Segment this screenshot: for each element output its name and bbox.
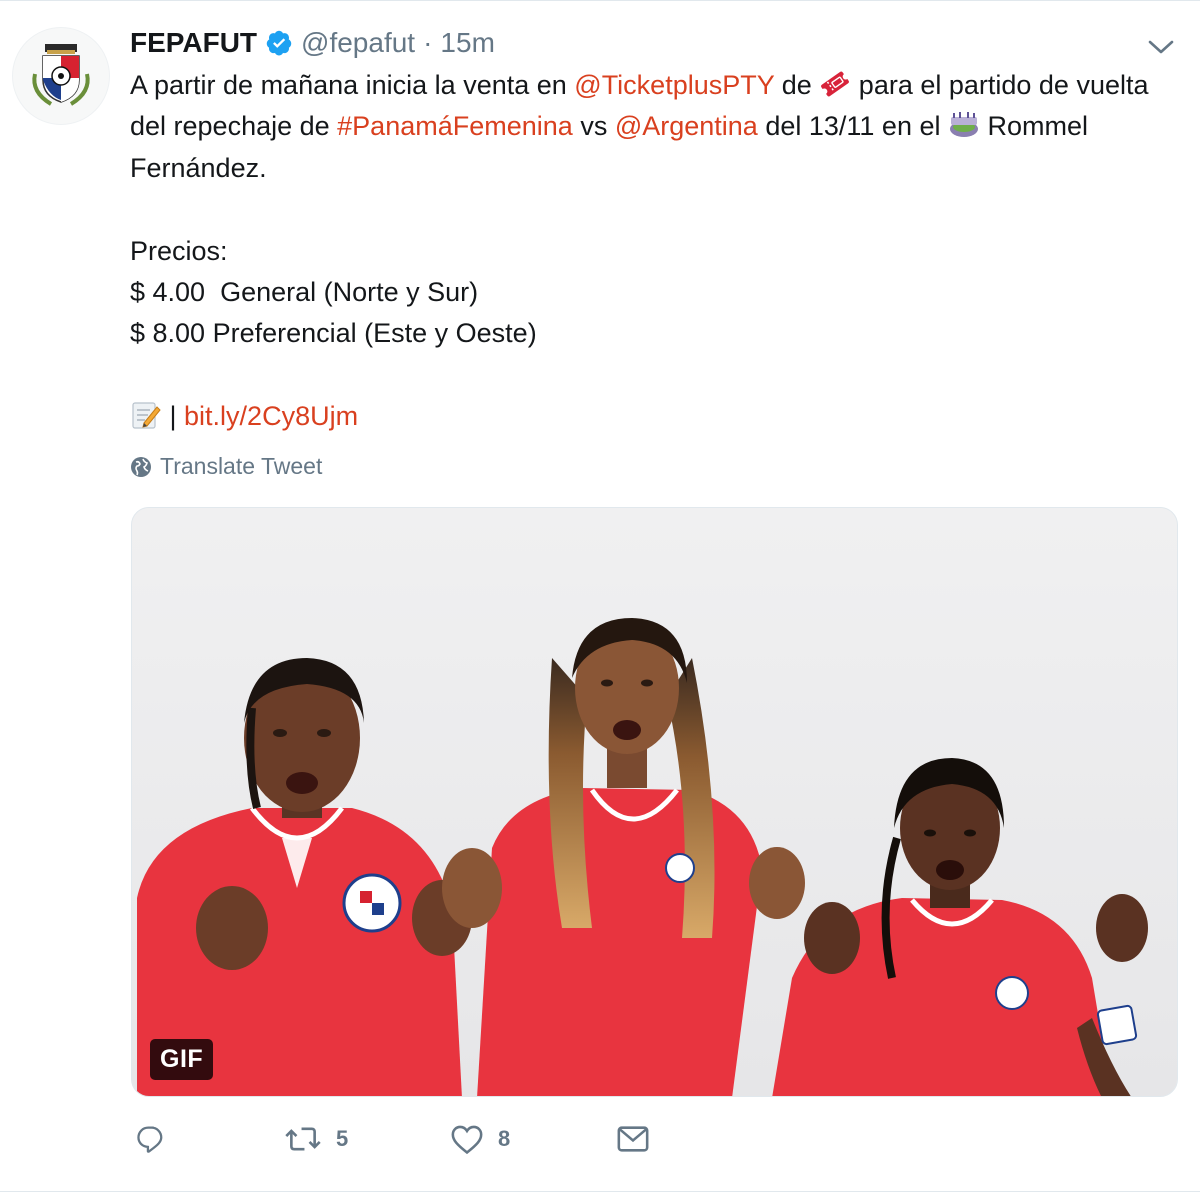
heart-icon (451, 1125, 483, 1155)
text-segment: de (774, 70, 820, 100)
retweet-icon (285, 1127, 321, 1151)
ticket-emoji-icon (819, 68, 851, 100)
translate-tweet-button[interactable]: Translate Tweet (130, 453, 322, 480)
prices-label: Precios: (130, 235, 228, 266)
tweet-card[interactable]: FEPAFUT @fepafut · 15m A partir de mañan… (0, 0, 1200, 1192)
tweet-text: A partir de mañana inicia la venta en @T… (130, 65, 1170, 438)
price-preferencial: $ 8.00 Preferencial (Este y Oeste) (130, 318, 537, 349)
price-general: $ 4.00 General (Norte y Sur) (130, 277, 479, 308)
short-link[interactable]: bit.ly/2Cy8Ujm (184, 401, 358, 431)
hashtag-panamafemenina[interactable]: #PanamáFemenina (337, 111, 573, 141)
message-icon (617, 1126, 649, 1152)
mention-ticketplus[interactable]: @TicketplusPTY (574, 70, 774, 100)
gif-preview-image (132, 508, 1177, 1096)
text-segment: | (162, 401, 185, 432)
avatar[interactable] (12, 27, 110, 125)
gif-media[interactable]: GIF (131, 507, 1178, 1097)
text-segment: A partir de mañana inicia la venta en (130, 70, 575, 100)
separator-dot: · (423, 27, 433, 58)
reply-icon (137, 1126, 163, 1153)
author-name[interactable]: FEPAFUT (130, 25, 257, 61)
like-button[interactable]: 8 (450, 1123, 616, 1155)
retweet-button[interactable]: 5 (284, 1123, 450, 1155)
tweet-actions: 5 8 (134, 1123, 650, 1155)
retweet-count: 5 (336, 1126, 349, 1151)
reply-button[interactable] (134, 1123, 284, 1155)
text-segment: del 13/11 en el (757, 111, 948, 142)
timestamp[interactable]: 15m (440, 25, 494, 61)
globe-icon (131, 456, 151, 477)
author-handle[interactable]: @fepafut (301, 25, 415, 61)
stadium-emoji-icon (948, 109, 980, 141)
text-segment: vs (572, 111, 615, 142)
tweet-paragraph-1: A partir de mañana inicia la venta en @T… (130, 65, 1170, 189)
direct-message-button[interactable] (616, 1124, 650, 1154)
fepafut-logo (32, 44, 90, 106)
verified-badge-icon (265, 29, 293, 57)
link-line: | bit.ly/2Cy8Ujm (130, 396, 1170, 437)
tweet-header: FEPAFUT @fepafut · 15m (130, 25, 495, 61)
gif-badge: GIF (150, 1039, 214, 1080)
translate-label: Translate Tweet (160, 453, 323, 479)
memo-emoji-icon (130, 399, 162, 431)
chevron-down-icon[interactable] (1146, 35, 1176, 59)
like-count: 8 (498, 1126, 511, 1151)
mention-argentina[interactable]: @Argentina (615, 111, 758, 141)
